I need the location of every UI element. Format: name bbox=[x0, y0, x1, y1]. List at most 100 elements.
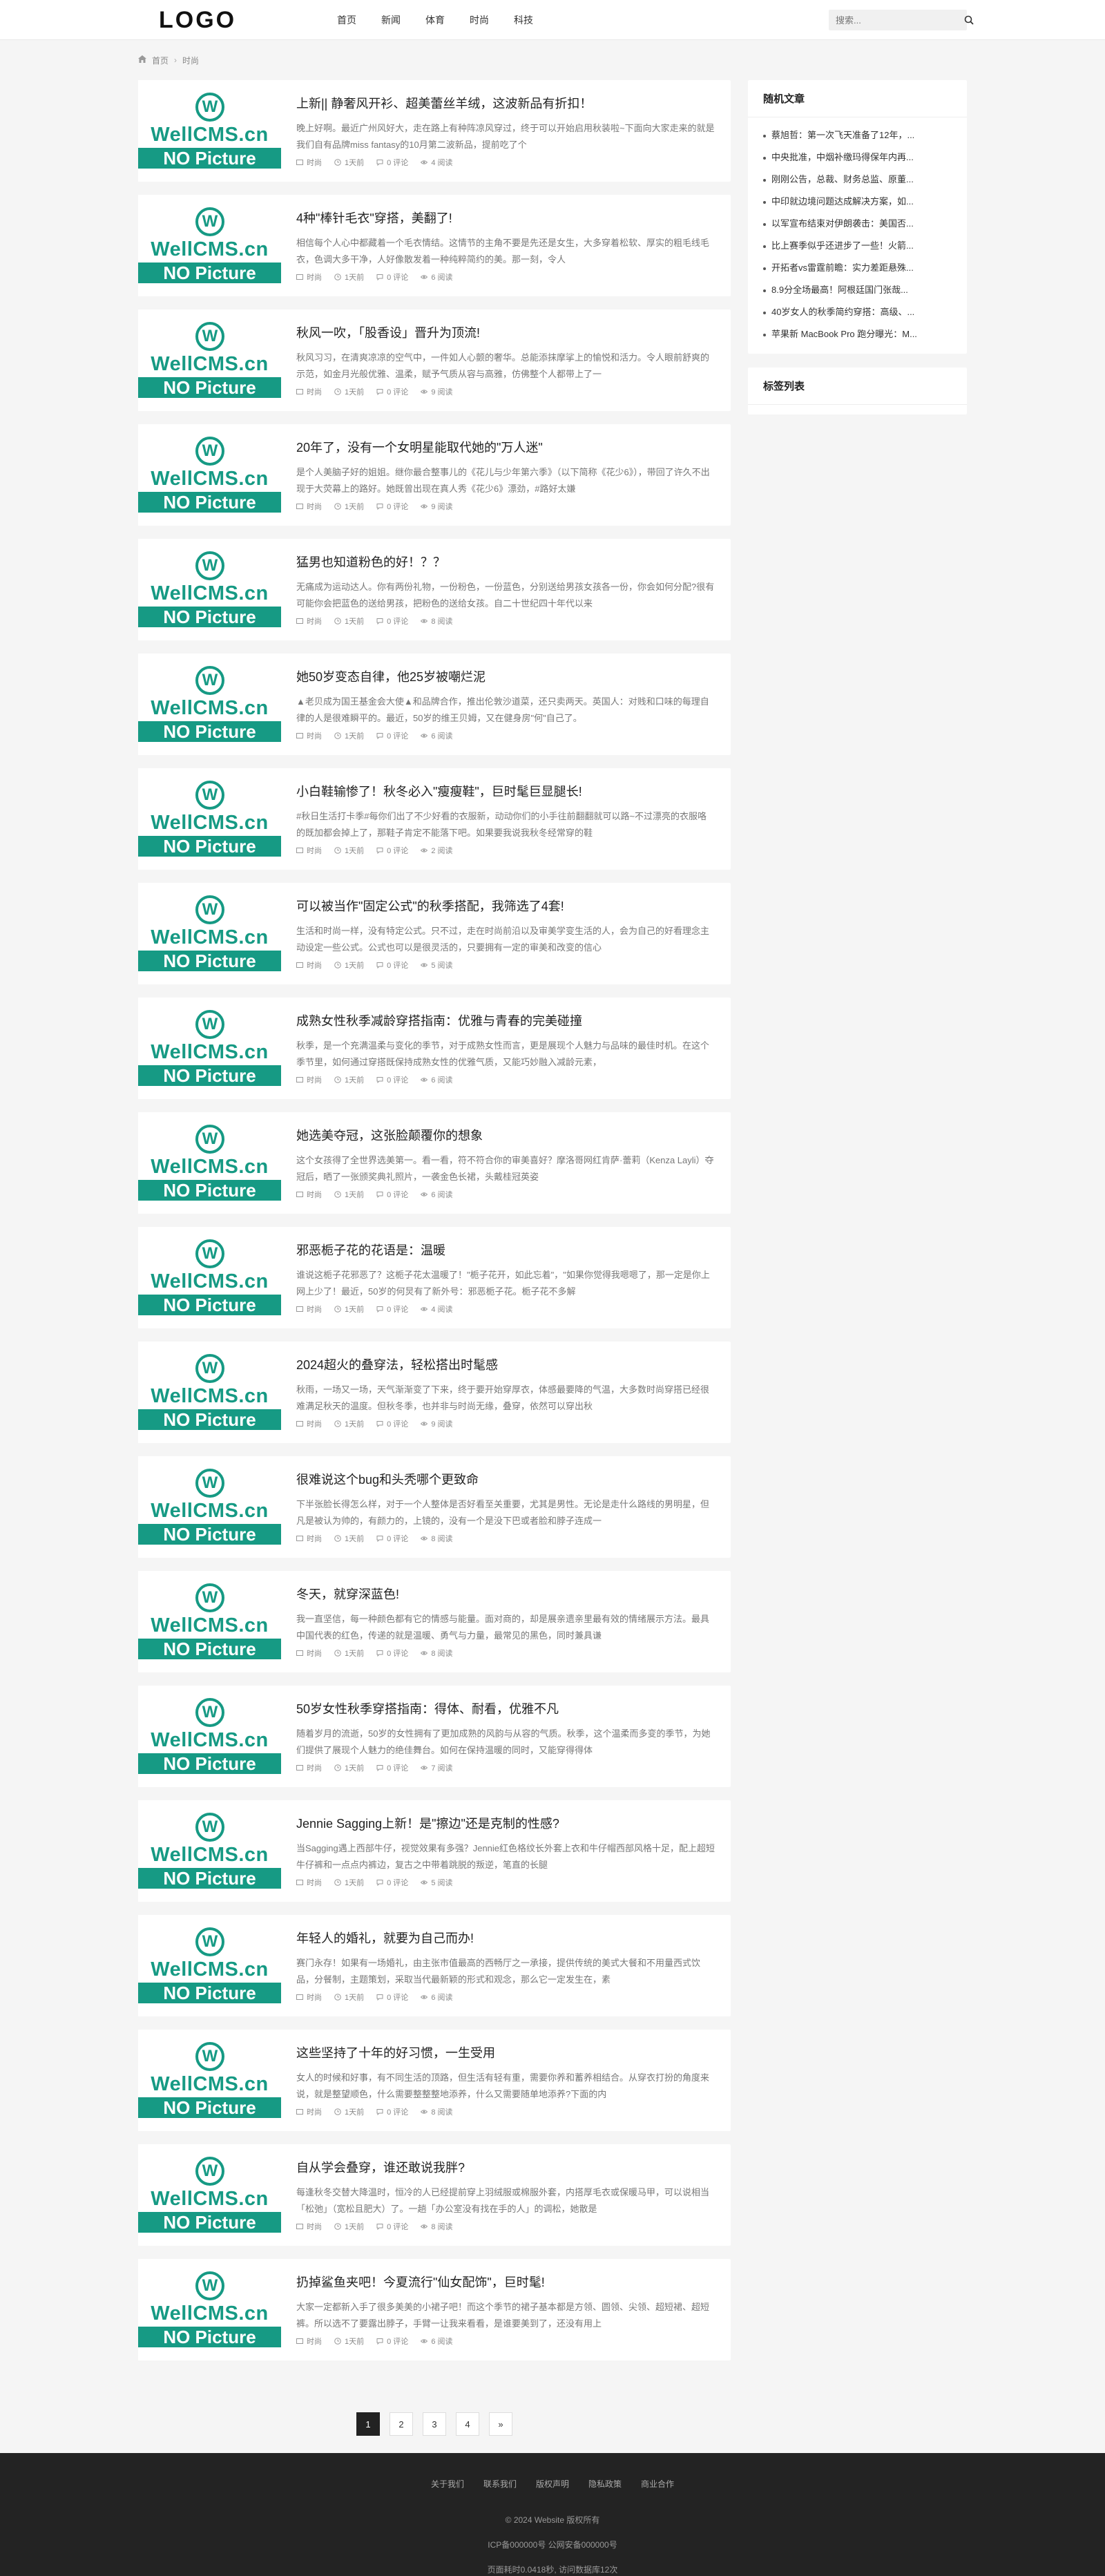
random-article-item[interactable]: 蔡旭哲：第一次飞天准备了12年，... bbox=[763, 124, 952, 146]
post-thumbnail[interactable]: W WellCMS.cn NO Picture bbox=[138, 80, 281, 182]
post-item[interactable]: W WellCMS.cn NO Picture 她选美夺冠，这张脸颠覆你的想象 … bbox=[138, 1112, 731, 1214]
post-category[interactable]: 时尚 bbox=[296, 616, 322, 627]
post-item[interactable]: W WellCMS.cn NO Picture 秋风一吹，「股香设」晋升为顶流!… bbox=[138, 309, 731, 411]
random-article-item[interactable]: 中印就边境问题达成解决方案，如... bbox=[763, 191, 952, 213]
nav-item-home[interactable]: 首页 bbox=[325, 0, 369, 40]
post-item[interactable]: W WellCMS.cn NO Picture 扔掉鲨鱼夹吧！今夏流行"仙女配饰… bbox=[138, 2259, 731, 2360]
post-category[interactable]: 时尚 bbox=[296, 1648, 322, 1659]
footer-link-about[interactable]: 关于我们 bbox=[431, 2478, 464, 2490]
random-article-item[interactable]: 苹果新 MacBook Pro 跑分曝光：M... bbox=[763, 323, 952, 345]
post-thumbnail[interactable]: W WellCMS.cn NO Picture bbox=[138, 424, 281, 526]
post-category[interactable]: 时尚 bbox=[296, 2221, 322, 2232]
post-category[interactable]: 时尚 bbox=[296, 1762, 322, 1773]
post-title[interactable]: 年轻人的婚礼，就要为自己而办! bbox=[296, 1929, 715, 1947]
footer-icp[interactable]: ICP备000000号 公网安备000000号 bbox=[0, 2539, 1105, 2550]
post-category[interactable]: 时尚 bbox=[296, 845, 322, 856]
post-thumbnail[interactable]: W WellCMS.cn NO Picture bbox=[138, 1342, 281, 1443]
post-title[interactable]: 20年了，没有一个女明星能取代她的"万人迷" bbox=[296, 438, 715, 456]
post-item[interactable]: W WellCMS.cn NO Picture 4种"棒针毛衣"穿搭，美翻了! … bbox=[138, 195, 731, 296]
post-title[interactable]: 上新|| 静奢风开衫、超美蕾丝羊绒，这波新品有折扣！ bbox=[296, 94, 715, 112]
nav-item-tech[interactable]: 科技 bbox=[501, 0, 546, 40]
post-category[interactable]: 时尚 bbox=[296, 2336, 322, 2347]
next-page-button[interactable]: » bbox=[489, 2412, 512, 2436]
post-item[interactable]: W WellCMS.cn NO Picture 她50岁变态自律，他25岁被嘲烂… bbox=[138, 653, 731, 755]
footer-link-business[interactable]: 商业合作 bbox=[641, 2478, 674, 2490]
post-thumbnail[interactable]: W WellCMS.cn NO Picture bbox=[138, 1571, 281, 1672]
post-title[interactable]: 这些坚持了十年的好习惯，一生受用 bbox=[296, 2043, 715, 2061]
nav-item-sports[interactable]: 体育 bbox=[413, 0, 457, 40]
post-item[interactable]: W WellCMS.cn NO Picture 猛男也知道粉色的好！？？ 无痛成… bbox=[138, 539, 731, 640]
random-article-item[interactable]: 40岁女人的秋季简约穿搭：高级、... bbox=[763, 301, 952, 323]
post-title[interactable]: 秋风一吹，「股香设」晋升为顶流! bbox=[296, 323, 715, 341]
post-title[interactable]: 扔掉鲨鱼夹吧！今夏流行"仙女配饰"，巨时髦! bbox=[296, 2273, 715, 2291]
post-thumbnail[interactable]: W WellCMS.cn NO Picture bbox=[138, 768, 281, 870]
post-item[interactable]: W WellCMS.cn NO Picture 冬天，就穿深蓝色! 我一直坚信，… bbox=[138, 1571, 731, 1672]
post-category[interactable]: 时尚 bbox=[296, 271, 322, 283]
post-item[interactable]: W WellCMS.cn NO Picture 邪恶栀子花的花语是：温暖 谁说这… bbox=[138, 1227, 731, 1328]
post-thumbnail[interactable]: W WellCMS.cn NO Picture bbox=[138, 195, 281, 296]
post-item[interactable]: W WellCMS.cn NO Picture 可以被当作"固定公式"的秋季搭配… bbox=[138, 883, 731, 984]
post-title[interactable]: 她选美夺冠，这张脸颠覆你的想象 bbox=[296, 1126, 715, 1144]
post-title[interactable]: 可以被当作"固定公式"的秋季搭配，我筛选了4套! bbox=[296, 897, 715, 915]
random-article-item[interactable]: 比上赛季似乎还进步了一些！火箭... bbox=[763, 235, 952, 257]
post-item[interactable]: W WellCMS.cn NO Picture 很难说这个bug和头秃哪个更致命… bbox=[138, 1456, 731, 1558]
post-title[interactable]: 成熟女性秋季减龄穿搭指南：优雅与青春的完美碰撞 bbox=[296, 1011, 715, 1029]
post-category[interactable]: 时尚 bbox=[296, 960, 322, 971]
post-title[interactable]: 自从学会叠穿，谁还敢说我胖? bbox=[296, 2158, 715, 2176]
footer-link-contact[interactable]: 联系我们 bbox=[483, 2478, 517, 2490]
search-input[interactable] bbox=[829, 15, 964, 26]
post-category[interactable]: 时尚 bbox=[296, 157, 322, 168]
search-icon[interactable] bbox=[964, 10, 974, 30]
post-item[interactable]: W WellCMS.cn NO Picture 50岁女性秋季穿搭指南：得体、耐… bbox=[138, 1686, 731, 1787]
post-title[interactable]: 冬天，就穿深蓝色! bbox=[296, 1585, 715, 1603]
page-1-button[interactable]: 1 bbox=[356, 2412, 380, 2436]
post-item[interactable]: W WellCMS.cn NO Picture 小白鞋输惨了！秋冬必入"瘦瘦鞋"… bbox=[138, 768, 731, 870]
post-item[interactable]: W WellCMS.cn NO Picture 上新|| 静奢风开衫、超美蕾丝羊… bbox=[138, 80, 731, 182]
post-thumbnail[interactable]: W WellCMS.cn NO Picture bbox=[138, 1227, 281, 1328]
footer-link-copyright[interactable]: 版权声明 bbox=[536, 2478, 569, 2490]
post-title[interactable]: 邪恶栀子花的花语是：温暖 bbox=[296, 1241, 715, 1259]
post-thumbnail[interactable]: W WellCMS.cn NO Picture bbox=[138, 309, 281, 411]
post-item[interactable]: W WellCMS.cn NO Picture 成熟女性秋季减龄穿搭指南：优雅与… bbox=[138, 998, 731, 1099]
post-category[interactable]: 时尚 bbox=[296, 1418, 322, 1429]
site-logo[interactable]: LOGO bbox=[159, 7, 311, 34]
post-thumbnail[interactable]: W WellCMS.cn NO Picture bbox=[138, 2259, 281, 2360]
page-3-button[interactable]: 3 bbox=[423, 2412, 446, 2436]
post-thumbnail[interactable]: W WellCMS.cn NO Picture bbox=[138, 883, 281, 984]
post-thumbnail[interactable]: W WellCMS.cn NO Picture bbox=[138, 1800, 281, 1902]
random-article-item[interactable]: 刚刚公告，总裁、财务总监、原董... bbox=[763, 169, 952, 191]
nav-item-fashion[interactable]: 时尚 bbox=[457, 0, 501, 40]
post-item[interactable]: W WellCMS.cn NO Picture 2024超火的叠穿法，轻松搭出时… bbox=[138, 1342, 731, 1443]
post-title[interactable]: 她50岁变态自律，他25岁被嘲烂泥 bbox=[296, 667, 715, 685]
post-thumbnail[interactable]: W WellCMS.cn NO Picture bbox=[138, 1112, 281, 1214]
page-2-button[interactable]: 2 bbox=[390, 2412, 413, 2436]
post-thumbnail[interactable]: W WellCMS.cn NO Picture bbox=[138, 653, 281, 755]
post-thumbnail[interactable]: W WellCMS.cn NO Picture bbox=[138, 2030, 281, 2131]
post-title[interactable]: Jennie Sagging上新！是"擦边"还是克制的性感? bbox=[296, 1814, 715, 1832]
random-article-item[interactable]: 以军宣布结束对伊朗袭击：美国否... bbox=[763, 213, 952, 235]
post-category[interactable]: 时尚 bbox=[296, 1877, 322, 1888]
post-category[interactable]: 时尚 bbox=[296, 2106, 322, 2117]
post-category[interactable]: 时尚 bbox=[296, 1304, 322, 1315]
post-thumbnail[interactable]: W WellCMS.cn NO Picture bbox=[138, 539, 281, 640]
post-title[interactable]: 50岁女性秋季穿搭指南：得体、耐看，优雅不凡 bbox=[296, 1699, 715, 1717]
post-category[interactable]: 时尚 bbox=[296, 1074, 322, 1085]
breadcrumb-home[interactable]: 首页 bbox=[152, 55, 169, 66]
post-thumbnail[interactable]: W WellCMS.cn NO Picture bbox=[138, 1456, 281, 1558]
post-category[interactable]: 时尚 bbox=[296, 1533, 322, 1544]
post-thumbnail[interactable]: W WellCMS.cn NO Picture bbox=[138, 998, 281, 1099]
post-title[interactable]: 很难说这个bug和头秃哪个更致命 bbox=[296, 1470, 715, 1488]
post-item[interactable]: W WellCMS.cn NO Picture 年轻人的婚礼，就要为自己而办! … bbox=[138, 1915, 731, 2016]
nav-item-news[interactable]: 新闻 bbox=[369, 0, 413, 40]
random-article-item[interactable]: 开拓者vs雷霆前瞻：实力差距悬殊... bbox=[763, 257, 952, 279]
post-category[interactable]: 时尚 bbox=[296, 1992, 322, 2003]
post-category[interactable]: 时尚 bbox=[296, 501, 322, 512]
post-category[interactable]: 时尚 bbox=[296, 1189, 322, 1200]
post-item[interactable]: W WellCMS.cn NO Picture 20年了，没有一个女明星能取代她… bbox=[138, 424, 731, 526]
post-item[interactable]: W WellCMS.cn NO Picture 自从学会叠穿，谁还敢说我胖? 每… bbox=[138, 2144, 731, 2246]
post-title[interactable]: 4种"棒针毛衣"穿搭，美翻了! bbox=[296, 209, 715, 227]
random-article-item[interactable]: 中央批准，中烟补缴玛得保年内再... bbox=[763, 146, 952, 169]
post-category[interactable]: 时尚 bbox=[296, 730, 322, 741]
post-category[interactable]: 时尚 bbox=[296, 386, 322, 397]
post-item[interactable]: W WellCMS.cn NO Picture 这些坚持了十年的好习惯，一生受用… bbox=[138, 2030, 731, 2131]
